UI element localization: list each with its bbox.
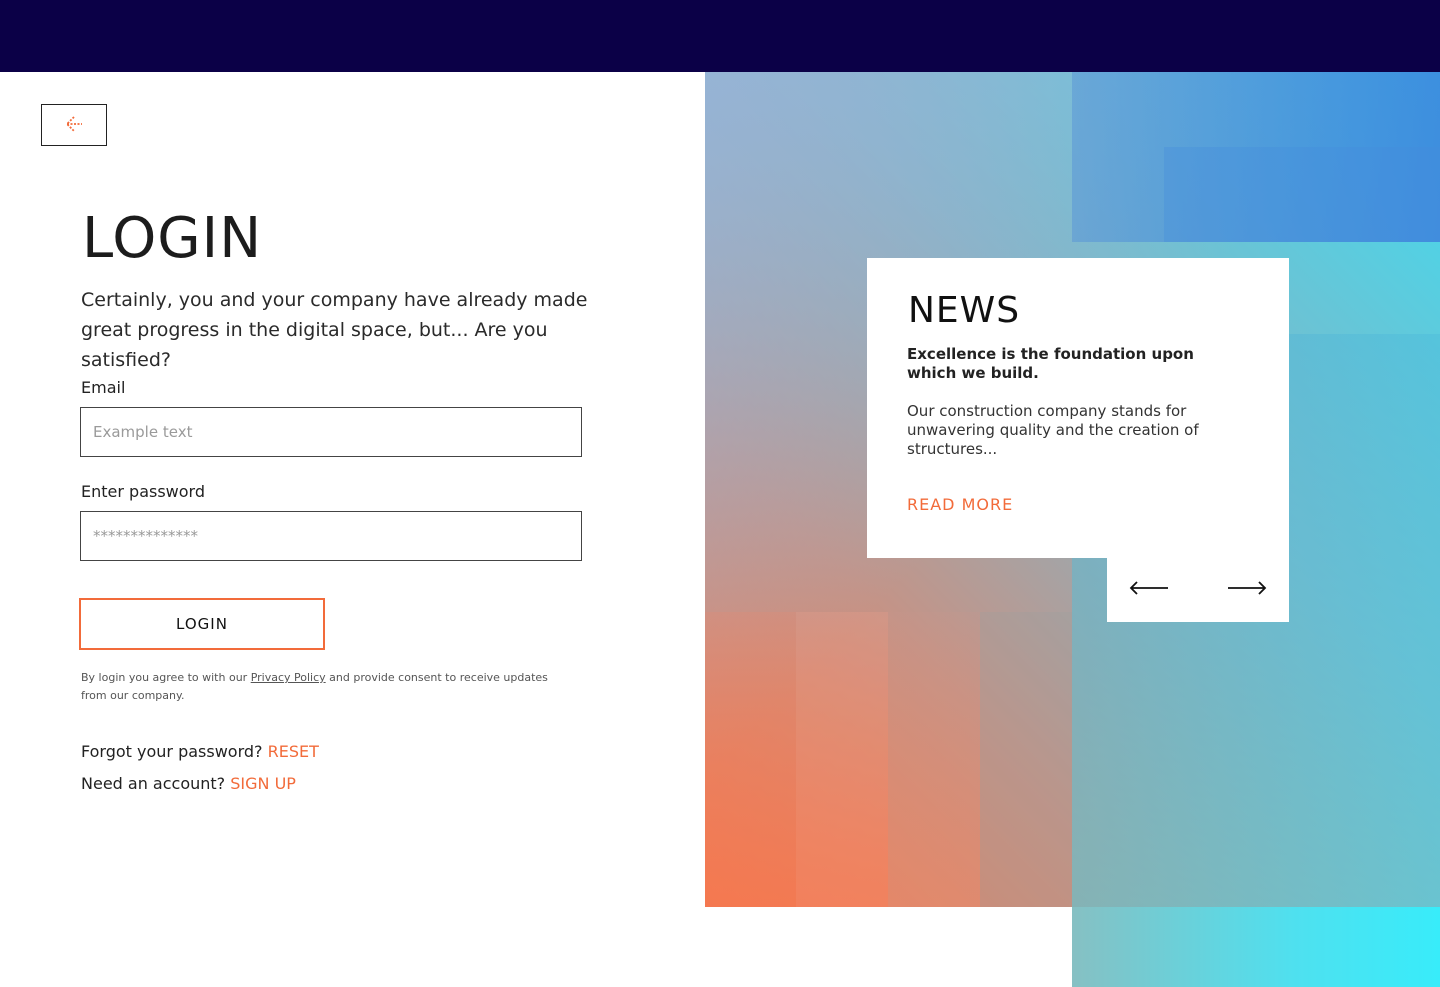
- reset-link[interactable]: RESET: [268, 742, 319, 761]
- news-prev-button[interactable]: [1127, 576, 1171, 604]
- email-field[interactable]: [80, 407, 582, 457]
- consent-text: By login you agree to with our Privacy P…: [81, 669, 571, 705]
- privacy-policy-link[interactable]: Privacy Policy: [251, 671, 326, 684]
- news-next-button[interactable]: [1225, 576, 1269, 604]
- need-account-text: Need an account?: [81, 774, 226, 793]
- news-card: NEWS Excellence is the foundation upon w…: [867, 258, 1289, 558]
- page-title: LOGIN: [82, 206, 263, 271]
- back-button[interactable]: [41, 104, 107, 146]
- intro-text: Certainly, you and your company have alr…: [81, 289, 588, 371]
- arrow-left-long-icon: [1129, 580, 1169, 600]
- news-body: Our construction company stands for unwa…: [907, 402, 1199, 458]
- hero-tile: [1164, 147, 1440, 242]
- forgot-password-row: Forgot your password? RESET: [81, 741, 319, 763]
- arrow-left-icon: [64, 114, 84, 137]
- hero-tile: [888, 612, 980, 907]
- news-title: NEWS: [908, 290, 1021, 331]
- news-headline: Excellence is the foundation upon which …: [907, 345, 1194, 382]
- consent-prefix: By login you agree to with our: [81, 671, 251, 684]
- login-button[interactable]: LOGIN: [79, 598, 325, 650]
- news-carousel-nav: [1107, 558, 1289, 622]
- hero-tile: [796, 612, 888, 907]
- arrow-right-long-icon: [1227, 580, 1267, 600]
- email-label: Email: [81, 378, 126, 397]
- signup-link[interactable]: SIGN UP: [230, 774, 296, 793]
- hero-gradient-extension: [1072, 907, 1440, 987]
- hero-tile: [980, 612, 1072, 907]
- top-header-bar: [0, 0, 1440, 72]
- read-more-link[interactable]: READ MORE: [907, 495, 1013, 514]
- password-label: Enter password: [81, 482, 205, 501]
- password-field[interactable]: [80, 511, 582, 561]
- signup-row: Need an account? SIGN UP: [81, 773, 296, 795]
- forgot-password-text: Forgot your password?: [81, 742, 263, 761]
